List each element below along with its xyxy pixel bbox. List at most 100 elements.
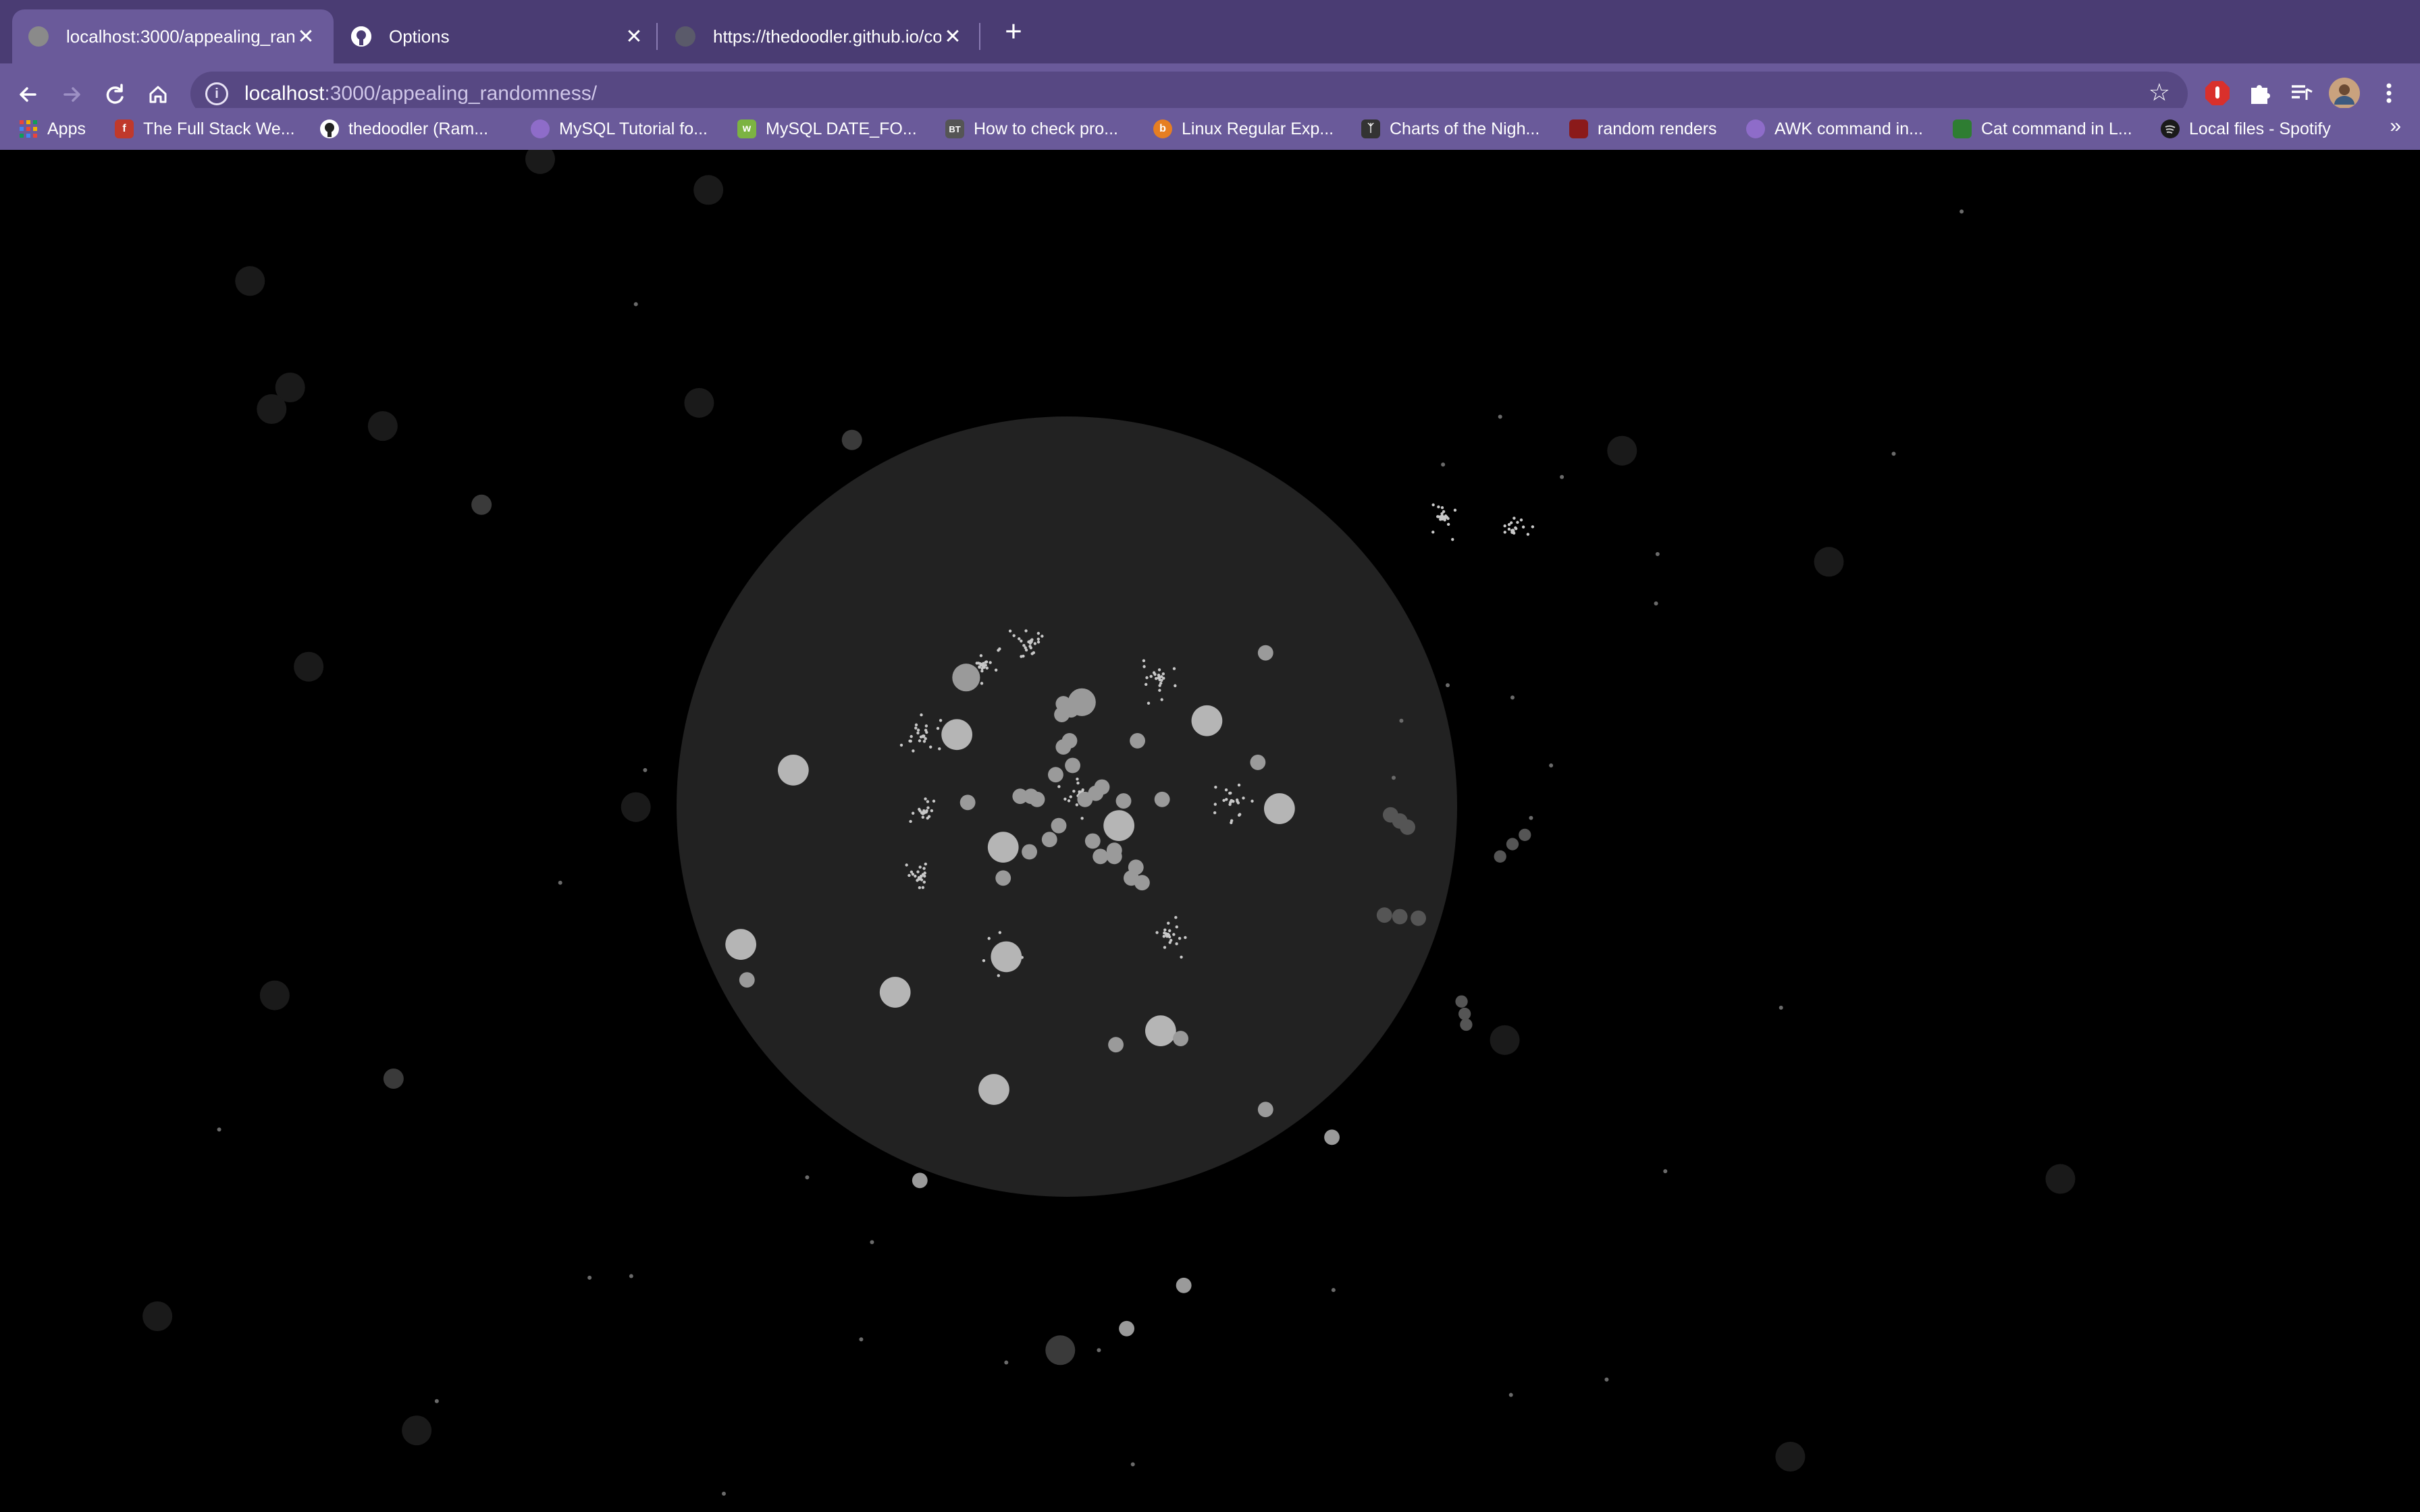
globe-icon (28, 26, 49, 47)
cluster-particle (1168, 929, 1172, 933)
cluster-particle (922, 740, 926, 743)
cluster-particle (899, 743, 903, 747)
background-speck (587, 1275, 592, 1280)
bookmark-charts-of-the-night[interactable]: ᛉ Charts of the Nigh... (1361, 108, 1540, 150)
menu-kebab-icon[interactable] (2373, 77, 2405, 109)
tab-thedoodler[interactable]: https://thedoodler.github.io/co ✕ (659, 9, 980, 63)
cluster-particle (922, 734, 926, 738)
background-speck (1391, 776, 1396, 780)
cluster-particle (1027, 640, 1031, 644)
bookmark-linux-regex[interactable]: b Linux Regular Exp... (1153, 108, 1334, 150)
tab-separator (979, 23, 980, 50)
cluster-particle (1441, 515, 1445, 519)
cluster-particle (1075, 803, 1079, 807)
bookmark-apps[interactable]: Apps (19, 108, 86, 150)
site-icon: ᛉ (1361, 119, 1380, 138)
cluster-particle (924, 797, 927, 801)
bookmarks-bar: Apps f The Full Stack We... thedoodler (… (0, 108, 2420, 150)
cluster-particle (1165, 934, 1169, 938)
cluster-particle (1228, 803, 1232, 807)
avatar[interactable] (2328, 77, 2361, 109)
bookmark-how-to-check[interactable]: BT How to check pro... (945, 108, 1118, 150)
background-speck (1604, 1377, 1609, 1382)
cluster-particle (1440, 506, 1444, 510)
bookmark-full-stack[interactable]: f The Full Stack We... (115, 108, 295, 150)
cluster-particle (926, 806, 930, 809)
cluster-particle (1214, 785, 1217, 789)
dim-circle (693, 175, 724, 205)
particle-circle (1173, 1031, 1188, 1046)
cluster-particle (1161, 672, 1165, 676)
cluster-particle (1163, 928, 1167, 932)
media-queue-icon[interactable] (2285, 77, 2317, 109)
cluster-particle (1516, 520, 1519, 524)
cluster-particle (923, 871, 926, 875)
cluster-particle (1080, 817, 1084, 820)
cluster-particle (1158, 684, 1161, 687)
particle-circle (1065, 757, 1080, 774)
bookmark-mysql-date[interactable]: w MySQL DATE_FO... (737, 108, 917, 150)
new-tab-button[interactable]: + (997, 15, 1030, 49)
info-icon[interactable]: i (205, 82, 228, 105)
extension-adblock-icon[interactable] (2201, 77, 2234, 109)
cluster-particle (980, 682, 984, 685)
cluster-particle (1521, 525, 1525, 529)
cluster-particle (1526, 533, 1530, 536)
close-icon[interactable]: ✕ (294, 25, 317, 49)
particle-circle (1392, 909, 1408, 925)
cluster-particle (1235, 798, 1239, 802)
tab-title: localhost:3000/appealing_randomness/ (66, 26, 294, 47)
particle-circle (1519, 828, 1531, 841)
background-speck (1508, 1393, 1513, 1397)
cluster-particle (924, 737, 927, 740)
particle-circle (1077, 791, 1093, 807)
bookmark-spotify[interactable]: Local files - Spotify (2161, 108, 2331, 150)
bookmark-star-icon[interactable]: ☆ (2149, 78, 2170, 107)
background-speck (1663, 1169, 1668, 1174)
particle-circle (1458, 1007, 1471, 1021)
cluster-particle (920, 811, 924, 815)
cluster-particle (929, 745, 932, 749)
bookmarks-overflow-chevron-icon[interactable]: » (2390, 115, 2401, 138)
cluster-particle (997, 974, 1001, 977)
cluster-particle (1213, 811, 1217, 815)
site-icon (1953, 119, 1972, 138)
dim-circle (471, 494, 492, 515)
bookmark-cat-command[interactable]: Cat command in L... (1953, 108, 2132, 150)
cluster-particle (1242, 796, 1245, 800)
cluster-particle (917, 877, 920, 881)
cluster-particle (1174, 684, 1177, 688)
tab-localhost[interactable]: localhost:3000/appealing_randomness/ ✕ (12, 9, 334, 63)
bookmark-random-renders[interactable]: random renders (1569, 108, 1716, 150)
cluster-particle (994, 668, 998, 672)
cluster-particle (927, 815, 931, 818)
close-icon[interactable]: ✕ (623, 25, 646, 49)
url-path: :3000/appealing_randomness/ (324, 82, 598, 105)
cluster-particle (922, 867, 926, 870)
bookmark-awk-command[interactable]: AWK command in... (1746, 108, 1923, 150)
cluster-particle (985, 666, 989, 670)
bookmark-mysql-tutorial[interactable]: MySQL Tutorial fo... (531, 108, 708, 150)
background-speck (1549, 763, 1554, 767)
particle-circle (1494, 850, 1506, 863)
bookmark-label: How to check pro... (974, 119, 1118, 138)
close-icon[interactable]: ✕ (941, 25, 964, 49)
tab-options[interactable]: Options ✕ (335, 9, 662, 63)
particle-circle (1130, 732, 1145, 749)
extensions-puzzle-icon[interactable] (2243, 77, 2276, 109)
cluster-particle (920, 713, 923, 717)
particle-circle (1047, 767, 1063, 783)
cluster-particle (1431, 503, 1435, 507)
background-speck (1331, 1288, 1336, 1293)
cluster-particle (989, 661, 992, 664)
particle-circle (978, 1074, 1009, 1105)
bookmark-thedoodler[interactable]: thedoodler (Ram... (320, 108, 488, 150)
particle-circle (1257, 645, 1273, 661)
cluster-particle (930, 809, 934, 813)
cluster-particle (921, 886, 925, 890)
particle-circle (1094, 779, 1110, 795)
particle-circle (1324, 1129, 1340, 1145)
background-speck (434, 1399, 439, 1403)
cluster-particle (918, 865, 922, 869)
cluster-particle (975, 662, 978, 665)
